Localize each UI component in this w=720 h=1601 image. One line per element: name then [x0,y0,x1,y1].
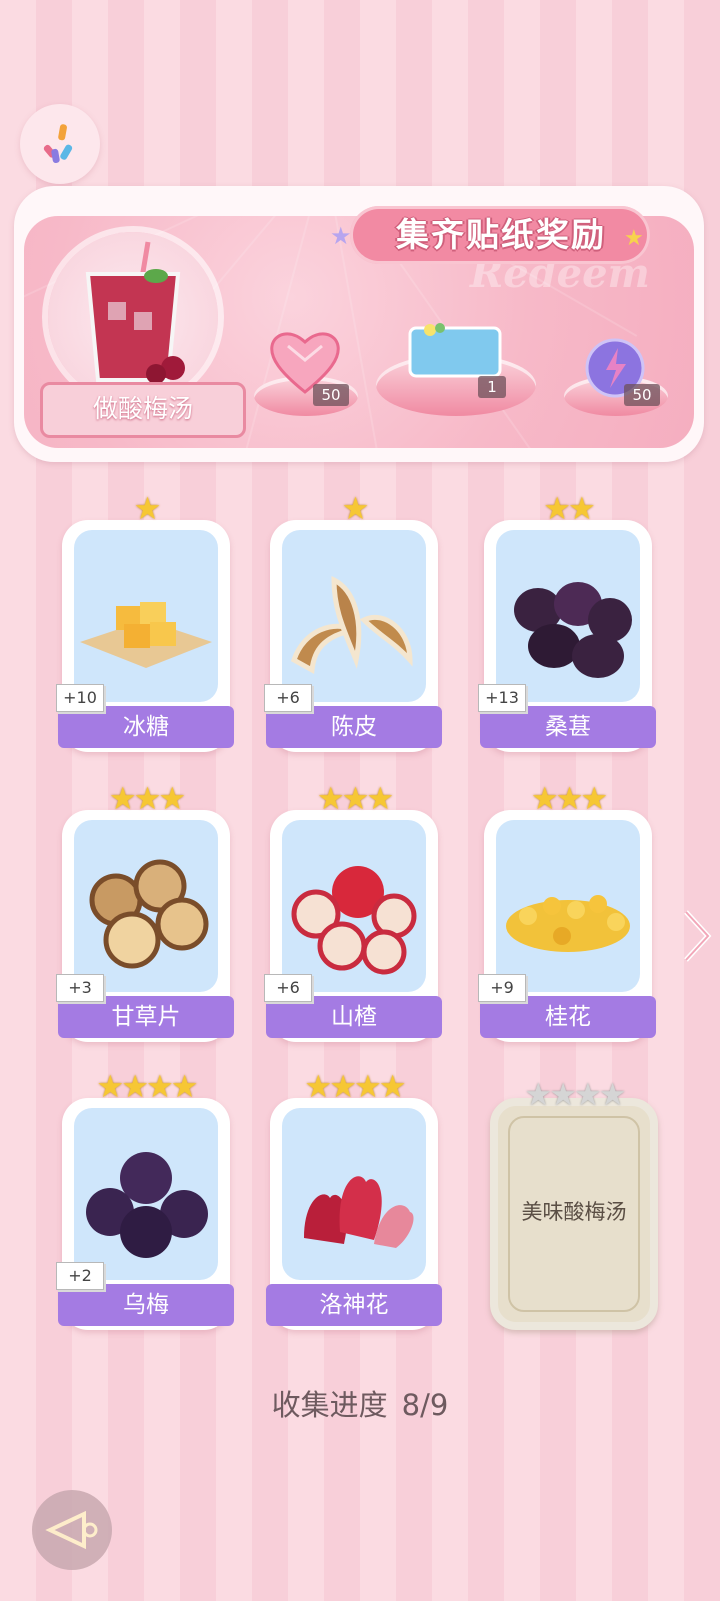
star-rating: ★ [133,491,162,527]
reward-count: 1 [478,376,506,398]
back-button[interactable] [32,1490,112,1570]
app-logo[interactable] [20,104,100,184]
sticker-name: 冰糖 [123,714,169,740]
sticker-card-guihua[interactable]: ★★★ 桂花 +9 [478,782,656,1042]
roselle-flower-icon [304,1176,414,1248]
dark-plum-icon [86,1152,208,1258]
flower-logo-icon [43,124,73,163]
star-rating: ★ [341,491,370,527]
locked-sticker-card[interactable]: ★★★★ 美味酸梅汤 [490,1078,658,1330]
bonus-tag: +13 [478,684,526,712]
banner-title: 集齐贴纸奖励 [396,215,606,254]
star-rating: ★★★ [530,781,608,817]
bonus-tag: +2 [56,1262,104,1290]
blue-ticket-icon[interactable] [400,318,510,382]
progress-value: 8/9 [401,1388,449,1422]
star-rating: ★★★ [108,781,186,817]
sparkle-star-icon: ★ [330,222,352,250]
progress-label: 收集进度 [271,1388,388,1422]
plum-drink-icon [85,241,185,384]
sticker-name: 桑葚 [545,714,591,740]
sticker-name: 甘草片 [111,1004,181,1030]
star-rating: ★★★★ [304,1069,406,1105]
sticker-card-bingtang[interactable]: ★ 冰糖 +10 [56,492,234,752]
hawthorn-icon [291,866,417,975]
bonus-tag: +6 [264,684,312,712]
collection-progress: 收集进度 8/9 [0,1382,720,1424]
reward-count: 50 [624,384,660,406]
orange-peel-icon [290,575,413,675]
sticker-card-gancaopian[interactable]: ★★★ 甘草片 +3 [56,782,234,1042]
bonus-tag: +3 [56,974,104,1002]
mulberry-icon [514,582,632,678]
sticker-card-shanzha[interactable]: ★★★ 山楂 +6 [264,782,442,1042]
bonus-tag: +10 [56,684,104,712]
rock-sugar-icon [80,602,212,668]
sticker-name: 山楂 [331,1004,377,1030]
star-rating: ★★ [543,491,596,527]
osmanthus-icon [506,895,630,952]
drink-portrait [48,232,218,402]
reward-count: 50 [313,384,349,406]
sticker-card-chenpi[interactable]: ★ 陈皮 +6 [264,492,442,752]
next-page-arrow-icon[interactable] [682,908,712,964]
sticker-name: 乌梅 [123,1292,169,1318]
star-rating: ★★★★ [96,1069,198,1105]
sticker-name: 洛神花 [319,1292,389,1318]
star-rating: ★★★★ [524,1077,626,1113]
bonus-tag: +9 [478,974,526,1002]
sticker-card-luoshenhua[interactable]: ★★★★ 洛神花 [266,1070,442,1330]
sticker-card-wumei[interactable]: ★★★★ 乌梅 +2 [56,1070,234,1330]
star-rating: ★★★ [316,781,394,817]
sticker-name: 陈皮 [331,714,377,740]
licorice-slice-icon [89,859,209,969]
back-arrow-icon [45,1510,98,1550]
bonus-tag: +6 [264,974,312,1002]
sticker-card-sangshen[interactable]: ★★ 桑葚 +13 [478,492,656,752]
locked-sticker-name: 美味酸梅汤 [521,1200,627,1224]
sticker-name: 桂花 [545,1004,591,1030]
drink-label: 做酸梅汤 [92,394,193,423]
